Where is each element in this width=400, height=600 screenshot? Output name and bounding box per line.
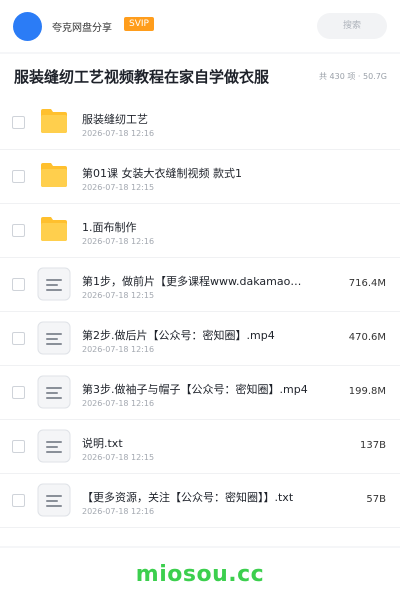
file-size: 470.6M: [348, 332, 386, 343]
file-row[interactable]: 说明.txt 2026-07-18 12:15 137B: [0, 420, 400, 474]
document-icon: [37, 483, 71, 517]
app-name: 夸克网盘分享: [52, 23, 112, 34]
document-icon: [37, 321, 71, 355]
row-checkbox[interactable]: [12, 386, 25, 399]
row-checkbox[interactable]: [12, 170, 25, 183]
row-checkbox[interactable]: [12, 278, 25, 291]
file-date: 2026-07-18 12:16: [82, 129, 155, 138]
folder-row[interactable]: 服装缝纫工艺 2026-07-18 12:16: [0, 96, 400, 150]
file-date: 2026-07-18 12:15: [82, 453, 155, 462]
file-name[interactable]: 第3步.做袖子与帽子【公众号：密知圈】.mp4: [82, 381, 308, 397]
file-row[interactable]: 第3步.做袖子与帽子【公众号：密知圈】.mp4 2026-07-18 12:16 1…: [0, 366, 400, 420]
file-size: 199.8M: [348, 386, 386, 397]
row-checkbox[interactable]: [12, 494, 25, 507]
title-panel: 服装缝纫工艺视频教程在家自学做衣服 共 430 项 · 50.7G: [0, 54, 400, 96]
file-size: 716.4M: [348, 278, 386, 289]
item-count-meta: 共 430 项 · 50.7G: [319, 72, 387, 81]
document-icon: [37, 375, 71, 409]
file-name[interactable]: 【更多资源，关注【公众号：密知圈】】.txt: [82, 489, 293, 505]
page: 夸克网盘分享 SVIP 搜索 服装缝纫工艺视频教程在家自学做衣服 共 430 项…: [0, 0, 400, 600]
file-name[interactable]: 服装缝纫工艺: [82, 111, 148, 127]
page-title: 服装缝纫工艺视频教程在家自学做衣服: [14, 68, 270, 86]
svip-badge: SVIP: [124, 17, 154, 31]
top-bar: 夸克网盘分享 SVIP 搜索: [0, 0, 400, 52]
watermark-brand: miosou.cc: [135, 562, 265, 587]
file-row[interactable]: 【更多资源，关注【公众号：密知圈】】.txt 2026-07-18 12:16 57…: [0, 474, 400, 528]
file-size: 137B: [360, 440, 386, 451]
file-name[interactable]: 第01课 女装大衣缝制视频 款式1: [82, 165, 242, 181]
file-date: 2026-07-18 12:15: [82, 183, 155, 192]
file-date: 2026-07-18 12:16: [82, 399, 155, 408]
file-row[interactable]: 第1步，做前片【更多课程www.dakamao8.com】.mp4 2026-07…: [0, 258, 400, 312]
file-name[interactable]: 1.面布制作: [82, 219, 137, 235]
folder-row[interactable]: 第01课 女装大衣缝制视频 款式1 2026-07-18 12:15: [0, 150, 400, 204]
avatar[interactable]: [13, 12, 42, 41]
file-date: 2026-07-18 12:16: [82, 237, 155, 246]
row-checkbox[interactable]: [12, 224, 25, 237]
file-name[interactable]: 第2步.做后片【公众号：密知圈】.mp4: [82, 327, 275, 343]
row-checkbox[interactable]: [12, 332, 25, 345]
file-date: 2026-07-18 12:15: [82, 291, 155, 300]
row-checkbox[interactable]: [12, 440, 25, 453]
file-row[interactable]: 第2步.做后片【公众号：密知圈】.mp4 2026-07-18 12:16 470.…: [0, 312, 400, 366]
search-input[interactable]: 搜索: [317, 13, 387, 39]
file-name[interactable]: 说明.txt: [82, 435, 123, 451]
footer: miosou.cc: [0, 548, 400, 600]
file-date: 2026-07-18 12:16: [82, 507, 155, 516]
file-list: 服装缝纫工艺 2026-07-18 12:16 第01课 女装大衣缝制视频 款式1 2…: [0, 96, 400, 546]
folder-icon: [40, 216, 68, 242]
document-icon: [37, 267, 71, 301]
row-checkbox[interactable]: [12, 116, 25, 129]
file-date: 2026-07-18 12:16: [82, 345, 155, 354]
folder-icon: [40, 162, 68, 188]
file-size: 57B: [366, 494, 386, 505]
folder-row[interactable]: 1.面布制作 2026-07-18 12:16: [0, 204, 400, 258]
document-icon: [37, 429, 71, 463]
file-name[interactable]: 第1步，做前片【更多课程www.dakamao8.com】.mp4: [82, 273, 308, 289]
folder-icon: [40, 108, 68, 134]
